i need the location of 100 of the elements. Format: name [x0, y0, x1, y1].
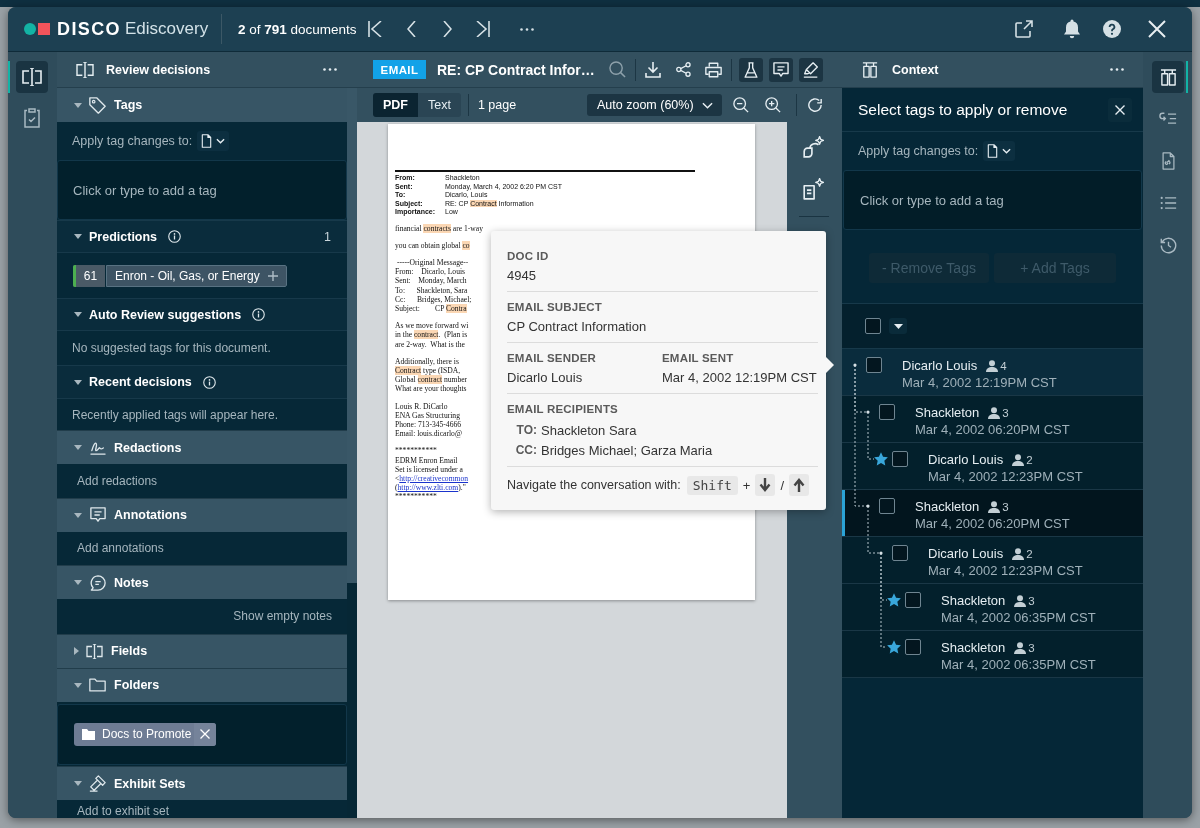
gavel-icon	[89, 775, 106, 792]
thread-item-checkbox[interactable]	[879, 404, 895, 420]
apply-label: Apply tag changes to:	[858, 144, 979, 158]
comments-toggle-button[interactable]	[769, 57, 793, 82]
columns-icon	[1159, 68, 1177, 86]
more-dots-icon	[323, 68, 337, 71]
sidebar-tab[interactable]	[16, 61, 48, 93]
scrollbar-thumb[interactable]	[347, 88, 357, 583]
participant-count: 3	[1002, 500, 1009, 513]
prediction-count: 1	[324, 229, 331, 244]
thread-item-checkbox[interactable]	[866, 357, 882, 373]
selection-menu-button[interactable]	[889, 318, 907, 334]
subsection-header[interactable]: Predictions 1	[57, 220, 347, 252]
person-icon	[1014, 641, 1027, 654]
clipboard-check-icon	[24, 108, 40, 128]
thread-item[interactable]: Shackleton 3 Mar 4, 2002 06:20PM CST	[842, 396, 1143, 443]
sidebar-tab[interactable]	[1152, 61, 1184, 93]
remove-folder-button[interactable]	[194, 722, 217, 746]
thread-item-checkbox[interactable]	[892, 451, 908, 467]
sender-name: Dicarlo Louis	[928, 452, 1004, 467]
highlighter-toggle-button[interactable]	[799, 57, 823, 82]
folder-list-field[interactable]: Docs to Promote	[57, 703, 347, 765]
document-link-icon	[1161, 152, 1175, 170]
thread-item[interactable]: Shackleton 3 Mar 4, 2002 06:35PM CST	[842, 631, 1143, 678]
history-icon	[1159, 236, 1177, 254]
logo-mark-icon	[24, 23, 50, 35]
field-value: 4945	[507, 267, 537, 284]
view-mode-tab[interactable]: PDF	[373, 93, 418, 117]
help-icon	[1103, 20, 1121, 38]
section-title: Annotations	[114, 508, 187, 523]
section-header[interactable]: Exhibit Sets	[57, 766, 347, 800]
empty-state-text: Add annotations	[77, 541, 164, 556]
shortcut-hint: Navigate the conversation with:	[507, 478, 681, 492]
subsection-header[interactable]: Auto Review suggestions	[57, 298, 347, 330]
section-header[interactable]: Notes	[57, 565, 347, 600]
subsection-header[interactable]: Recent decisions	[57, 365, 347, 398]
field-label: EMAIL SENDER	[507, 351, 598, 366]
tag-input-field[interactable]: Click or type to add a tag	[843, 170, 1142, 230]
sent-date: Mar 4, 2002 12:23PM CST	[928, 468, 1083, 485]
sender-name: Shackleton	[941, 640, 1006, 655]
sent-date: Mar 4, 2002 06:35PM CST	[941, 656, 1096, 673]
thread-item[interactable]: Dicarlo Louis 4 Mar 4, 2002 12:19PM CST	[842, 349, 1143, 396]
product-name: Ediscovery	[125, 19, 209, 39]
empty-state-text: No suggested tags for this document.	[72, 341, 271, 355]
section-header[interactable]: Fields	[57, 633, 347, 668]
apply-scope-dropdown[interactable]	[983, 141, 1016, 161]
thread-item[interactable]: Shackleton 3 Mar 4, 2002 06:20PM CST	[842, 490, 1143, 537]
prediction-score: 61	[73, 264, 105, 287]
thread-item[interactable]: Dicarlo Louis 2 Mar 4, 2002 12:23PM CST	[842, 537, 1143, 584]
select-all-checkbox[interactable]	[865, 318, 881, 334]
field-value: Mar 4, 2002 12:19PM CST	[662, 369, 818, 386]
document-type-badge: EMAIL	[373, 60, 426, 79]
folder-name: Docs to Promote	[102, 727, 192, 742]
section-title: Predictions	[89, 229, 158, 244]
person-icon	[1014, 594, 1027, 607]
thread-item-checkbox[interactable]	[905, 592, 921, 608]
skip-to-start-icon	[368, 21, 382, 37]
tag-input-field[interactable]: Click or type to add a tag	[57, 160, 347, 220]
highlighter-icon	[803, 61, 819, 78]
empty-state-text: Add to exhibit set	[77, 804, 170, 818]
thread-item-checkbox[interactable]	[892, 545, 908, 561]
apply-scope-dropdown[interactable]	[197, 131, 230, 151]
participant-count: 4	[1000, 359, 1007, 372]
more-dots-icon	[520, 27, 534, 31]
close-icon	[1148, 20, 1166, 38]
prediction-tag[interactable]: Enron - Oil, Gas, or Energy	[106, 264, 287, 287]
thread-item-checkbox[interactable]	[905, 639, 921, 655]
person-icon	[1012, 453, 1025, 466]
text-field-icon	[86, 643, 103, 659]
thread-item-checkbox[interactable]	[879, 498, 895, 514]
share-icon	[675, 62, 691, 77]
participant-count: 3	[1028, 594, 1035, 607]
info-icon	[202, 375, 216, 389]
flask-toggle-button[interactable]	[739, 57, 763, 82]
close-tag-editor-button[interactable]	[1108, 97, 1132, 122]
thread-item[interactable]: Shackleton 3 Mar 4, 2002 06:35PM CST	[842, 584, 1143, 631]
section-header[interactable]: Annotations	[57, 497, 347, 532]
section-title: Tags	[114, 98, 143, 112]
document-title: RE: CP Contract Infor…	[437, 61, 596, 78]
section-header[interactable]: Redactions	[57, 430, 347, 464]
field-label: DOC ID	[507, 249, 550, 264]
thread-item[interactable]: Dicarlo Louis 2 Mar 4, 2002 12:23PM CST	[842, 443, 1143, 490]
view-mode-tab[interactable]: Text	[418, 93, 461, 117]
chevron-down-icon	[1002, 148, 1012, 154]
document-icon	[987, 144, 999, 158]
folder-icon	[89, 678, 106, 693]
participant-count: 2	[1026, 453, 1033, 466]
skip-to-end-icon	[476, 21, 490, 37]
panel-title: Review decisions	[106, 62, 211, 77]
apply-label: Apply tag changes to:	[72, 134, 193, 148]
comment-icon	[89, 507, 106, 524]
participant-count: 2	[1026, 547, 1033, 560]
recipient-role: TO:	[515, 423, 537, 437]
document-icon	[201, 134, 213, 148]
person-icon	[1012, 547, 1025, 560]
zoom-dropdown[interactable]: Auto zoom (60%)	[587, 94, 722, 116]
section-header[interactable]: Folders	[57, 667, 347, 702]
participant-count: 3	[1028, 641, 1035, 654]
show-empty-notes-link[interactable]: Show empty notes	[233, 609, 332, 624]
section-header[interactable]: Tags	[57, 88, 347, 122]
